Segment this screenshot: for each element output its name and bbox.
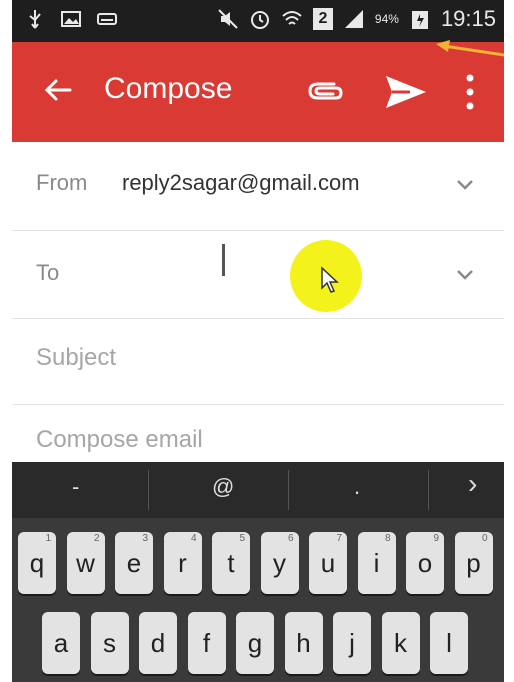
key-k[interactable]: k bbox=[381, 612, 420, 674]
from-account[interactable]: reply2sagar@gmail.com bbox=[122, 170, 360, 196]
battery-percent: 94% bbox=[374, 12, 399, 26]
key-l[interactable]: l bbox=[430, 612, 468, 674]
usb-icon bbox=[29, 10, 41, 29]
key-hint: 0 bbox=[481, 533, 488, 544]
key-d[interactable]: d bbox=[139, 612, 177, 674]
key-i[interactable]: i8 bbox=[357, 532, 396, 594]
divider bbox=[148, 470, 149, 510]
mute-icon bbox=[218, 9, 238, 29]
from-label: From bbox=[36, 170, 88, 195]
sim2-icon: 2 bbox=[312, 8, 333, 30]
body-placeholder: Compose email bbox=[36, 426, 203, 453]
keyboard-suggestion-bar: - @ . › bbox=[12, 462, 504, 518]
key-hint: 8 bbox=[384, 533, 391, 544]
from-row[interactable]: From reply2sagar@gmail.com bbox=[12, 142, 504, 231]
to-label: To bbox=[36, 260, 60, 285]
key-o[interactable]: o9 bbox=[406, 532, 444, 594]
key-g[interactable]: g bbox=[236, 612, 274, 674]
key-u[interactable]: u7 bbox=[309, 532, 347, 594]
phone-screen: 2 94% 19:15 Compose From reply2sagar@gma… bbox=[12, 0, 504, 682]
mouse-pointer-icon bbox=[321, 266, 339, 293]
subject-field[interactable]: Subject bbox=[12, 318, 504, 405]
key-h[interactable]: h bbox=[284, 612, 323, 674]
suggestion-at[interactable]: @ bbox=[212, 474, 234, 500]
text-cursor bbox=[222, 244, 225, 276]
signal-icon bbox=[344, 10, 363, 28]
page-title: Compose bbox=[104, 72, 233, 105]
key-j[interactable]: j bbox=[333, 612, 371, 674]
to-field[interactable] bbox=[112, 230, 442, 318]
chevron-down-icon[interactable] bbox=[456, 268, 474, 282]
alarm-icon bbox=[250, 11, 269, 29]
status-bar: 2 94% 19:15 bbox=[12, 0, 504, 42]
key-hint: 5 bbox=[239, 533, 245, 544]
subject-placeholder: Subject bbox=[36, 344, 117, 371]
key-w[interactable]: w2 bbox=[66, 532, 105, 594]
key-r[interactable]: r4 bbox=[163, 532, 202, 594]
divider bbox=[288, 470, 289, 510]
key-y[interactable]: y6 bbox=[260, 532, 299, 594]
key-hint: 7 bbox=[336, 533, 342, 544]
key-e[interactable]: e3 bbox=[115, 532, 153, 594]
clock: 19:15 bbox=[440, 6, 496, 31]
key-hint: 6 bbox=[287, 533, 294, 544]
key-hint: 4 bbox=[190, 533, 197, 544]
suggestion-dash[interactable]: - bbox=[72, 474, 79, 500]
wifi-icon bbox=[282, 11, 302, 25]
key-hint: 1 bbox=[45, 533, 51, 544]
key-hint: 9 bbox=[433, 533, 439, 544]
on-screen-keyboard: q1w2e3r4t5y6u7i8o9p0 asdfghjkl bbox=[12, 518, 504, 682]
key-a[interactable]: a bbox=[42, 612, 80, 674]
key-p[interactable]: p0 bbox=[454, 532, 493, 594]
body-field[interactable]: Compose email bbox=[12, 404, 504, 462]
key-hint: 2 bbox=[93, 533, 100, 544]
chevron-down-icon[interactable] bbox=[456, 178, 474, 192]
send-icon[interactable] bbox=[382, 70, 430, 114]
suggestion-dot[interactable]: . bbox=[354, 474, 360, 500]
app-bar: Compose bbox=[12, 42, 504, 142]
battery-icon bbox=[411, 11, 428, 29]
key-t[interactable]: t5 bbox=[212, 532, 250, 594]
attach-icon[interactable] bbox=[304, 74, 346, 108]
gallery-icon bbox=[61, 11, 81, 27]
key-q[interactable]: q1 bbox=[18, 532, 56, 594]
annotation-arrow bbox=[436, 40, 504, 57]
suggestion-more[interactable]: › bbox=[468, 468, 477, 500]
keyboard-icon bbox=[97, 13, 117, 25]
divider bbox=[428, 470, 429, 510]
back-arrow-icon[interactable] bbox=[38, 70, 78, 110]
key-hint: 3 bbox=[142, 533, 148, 544]
key-s[interactable]: s bbox=[90, 612, 129, 674]
key-f[interactable]: f bbox=[187, 612, 226, 674]
to-row[interactable]: To bbox=[12, 230, 504, 319]
